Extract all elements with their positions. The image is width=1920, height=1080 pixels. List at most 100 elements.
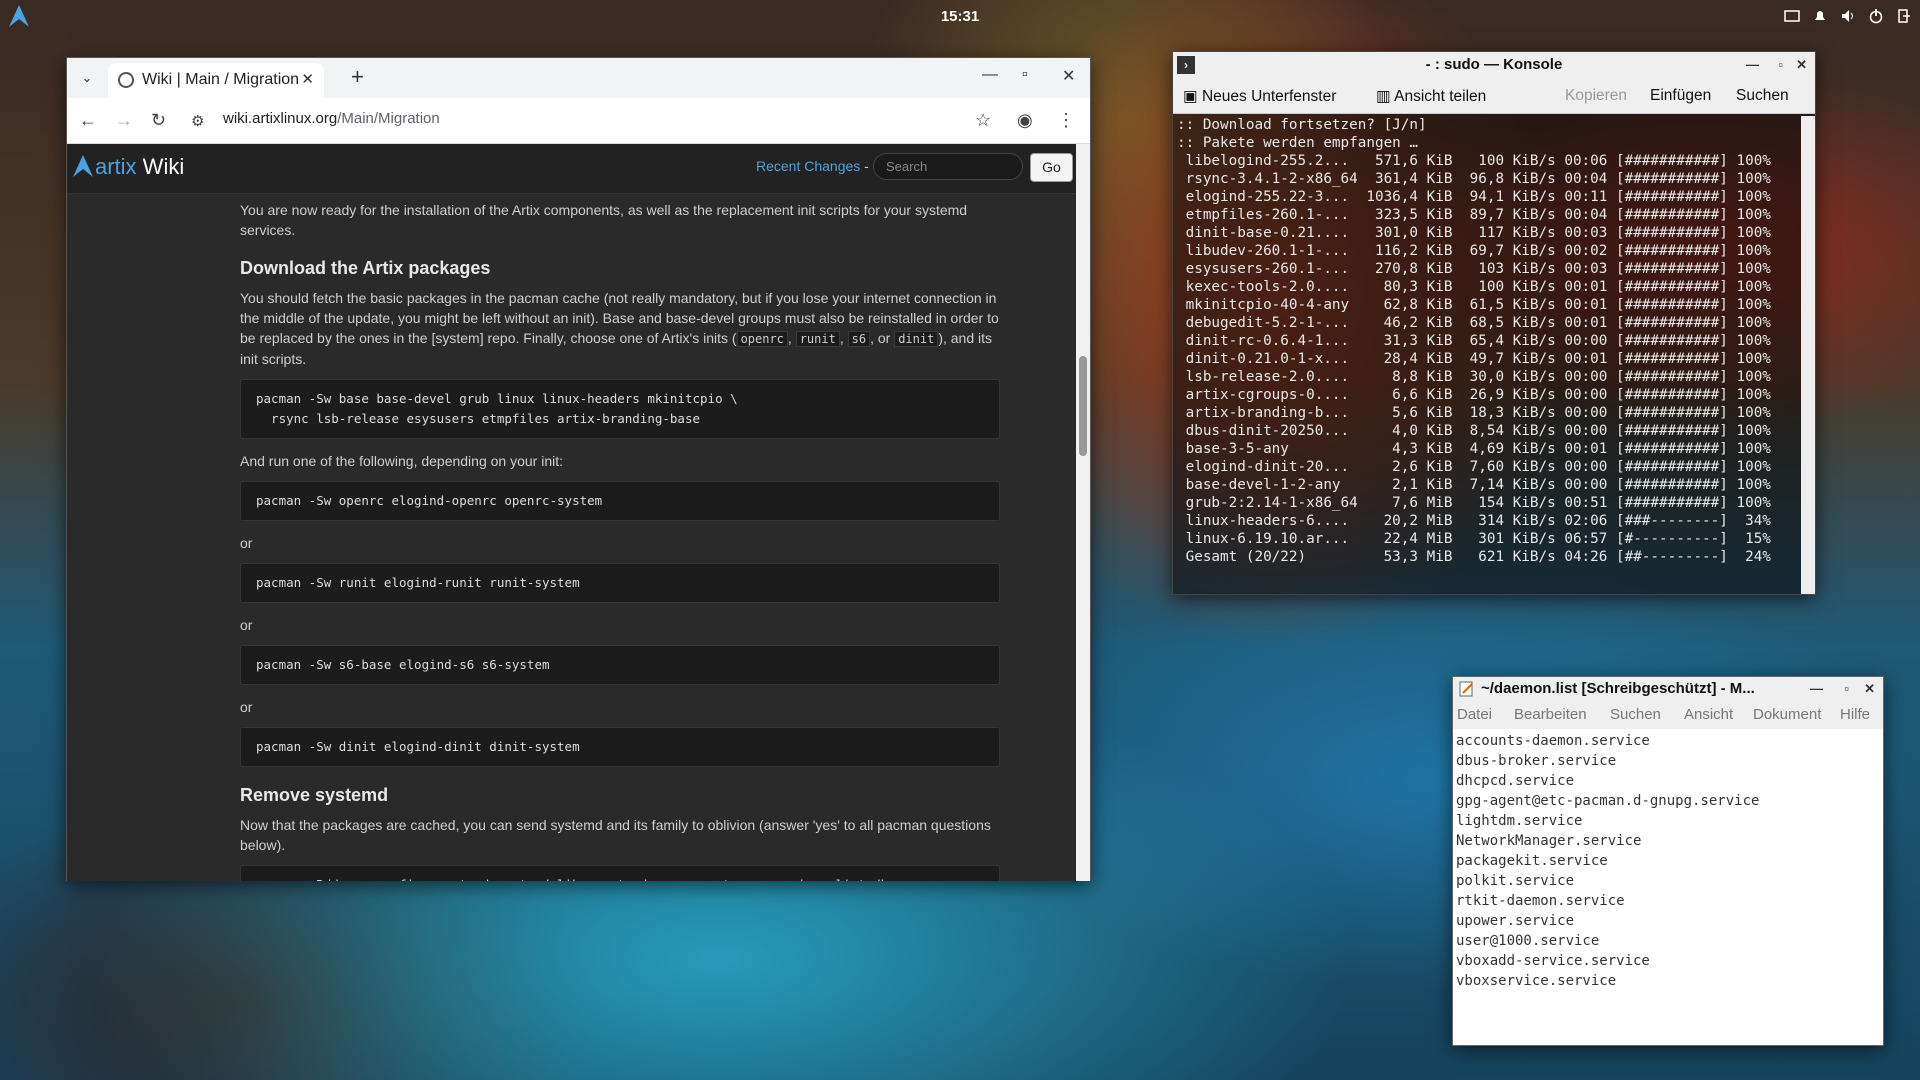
split-icon: ▣ [1183, 88, 1202, 105]
terminal-line: grub-2:2.14-1-x86_64 7,6 MiB 154 KiB/s 0… [1177, 495, 1771, 511]
clock[interactable]: 15:31 [0, 8, 1920, 25]
minimize-button[interactable]: — [1746, 52, 1759, 78]
text-editor-icon [1459, 681, 1473, 697]
code-block-dinit: pacman -Sw dinit elogind-dinit dinit-sys… [240, 727, 1000, 767]
terminal-line: esysusers-260.1-... 270,8 KiB 103 KiB/s … [1177, 261, 1771, 277]
tab-search-button[interactable]: ⌄ [75, 67, 99, 89]
editor-line: gpg-agent@etc-pacman.d-gnupg.service [1456, 793, 1760, 809]
konsole-titlebar[interactable]: › - : sudo — Konsole — ▫ ✕ [1173, 52, 1815, 78]
konsole-title: - : sudo — Konsole [1425, 56, 1563, 73]
scrollbar-thumb[interactable] [1079, 356, 1087, 456]
editor-title: ~/daemon.list [Schreibgeschützt] - M... [1481, 680, 1755, 697]
close-button[interactable]: ✕ [1864, 677, 1875, 701]
terminal-line: kexec-tools-2.0.... 80,3 KiB 100 KiB/s 0… [1177, 279, 1771, 295]
terminal-line: debugedit-5.2-1-... 46,2 KiB 68,5 KiB/s … [1177, 315, 1771, 331]
terminal-line: libudev-260.1-1-... 116,2 KiB 69,7 KiB/s… [1177, 243, 1771, 259]
tab-active[interactable]: Wiki | Main / Migration ✕ [108, 63, 324, 98]
close-tab-icon[interactable]: ✕ [301, 63, 314, 96]
code-block-base: pacman -Sw base base-devel grub linux li… [240, 379, 1000, 439]
editor-titlebar[interactable]: ~/daemon.list [Schreibgeschützt] - M... … [1453, 677, 1883, 701]
power-icon[interactable] [1868, 8, 1884, 24]
new-tab-button[interactable]: + [351, 64, 364, 90]
terminal-line: etmpfiles-260.1-... 323,5 KiB 89,7 KiB/s… [1177, 207, 1771, 223]
address-bar[interactable]: wiki.artixlinux.org/Main/Migration [223, 110, 440, 127]
logo-wiki-text: Wiki [136, 154, 185, 179]
menu-bearbeiten[interactable]: Bearbeiten [1514, 706, 1587, 723]
download-paragraph: You should fetch the basic packages in t… [240, 288, 1000, 369]
menu-suchen[interactable]: Suchen [1610, 706, 1661, 723]
menu-ansicht[interactable]: Ansicht [1684, 706, 1733, 723]
maximize-button[interactable]: ▫ [1778, 52, 1783, 78]
go-button[interactable]: Go [1030, 153, 1073, 182]
address-bar-row: ← → ↻ ⚙ wiki.artixlinux.org/Main/Migrati… [67, 98, 1090, 144]
find-button[interactable]: Suchen [1736, 87, 1789, 105]
minimize-button[interactable]: — [1810, 677, 1823, 701]
menu-kebab-icon[interactable]: ⋮ [1057, 110, 1075, 131]
maximize-button[interactable]: ▫ [1844, 677, 1849, 701]
recent-changes-link[interactable]: Recent Changes - [756, 158, 869, 174]
minimize-button[interactable]: — [982, 66, 998, 84]
wiki-header: artix Wiki Recent Changes - Search Go [67, 144, 1077, 194]
columns-icon: ▥ [1376, 88, 1395, 105]
terminal-line: lsb-release-2.0.... 8,8 KiB 30,0 KiB/s 0… [1177, 369, 1771, 385]
code-block-s6: pacman -Sw s6-base elogind-s6 s6-system [240, 645, 1000, 685]
editor-line: polkit.service [1456, 873, 1575, 889]
network-icon[interactable] [1784, 8, 1800, 24]
inline-code-runit: runit [795, 331, 840, 347]
menu-hilfe[interactable]: Hilfe [1840, 706, 1870, 723]
editor-window: ~/daemon.list [Schreibgeschützt] - M... … [1452, 676, 1884, 1046]
or-text: or [240, 617, 253, 633]
separator: , [787, 330, 796, 346]
terminal-icon: › [1177, 56, 1195, 74]
logout-icon[interactable] [1896, 8, 1912, 24]
menu-dokument[interactable]: Dokument [1753, 706, 1821, 723]
editor-line: lightdm.service [1456, 813, 1583, 829]
editor-line: user@1000.service [1456, 933, 1600, 949]
terminal-line: artix-cgroups-0.... 6,6 KiB 26,9 KiB/s 0… [1177, 387, 1771, 403]
editor-line: upower.service [1456, 913, 1575, 929]
wiki-search-input[interactable]: Search [873, 153, 1023, 180]
maximize-button[interactable]: ▫ [1022, 66, 1028, 84]
forward-icon[interactable]: → [115, 110, 133, 131]
code-block-openrc: pacman -Sw openrc elogind-openrc openrc-… [240, 481, 1000, 521]
terminal-line: dinit-base-0.21.... 301,0 KiB 117 KiB/s … [1177, 225, 1771, 241]
editor-line: NetworkManager.service [1456, 833, 1642, 849]
notification-bell-icon[interactable] [1812, 8, 1828, 24]
separator: , [839, 330, 848, 346]
terminal-line: dinit-rc-0.6.4-1... 31,3 KiB 65,4 KiB/s … [1177, 333, 1771, 349]
new-split-button[interactable]: ▣ Neues Unterfenster [1183, 87, 1336, 106]
separator: , or [870, 330, 895, 346]
paste-button[interactable]: Einfügen [1650, 87, 1711, 105]
new-split-label: Neues Unterfenster [1201, 88, 1337, 105]
konsole-window: › - : sudo — Konsole — ▫ ✕ ▣ Neues Unter… [1172, 51, 1816, 595]
close-button[interactable]: ✕ [1062, 66, 1075, 86]
copy-button[interactable]: Kopieren [1565, 87, 1627, 105]
reload-icon[interactable]: ↻ [151, 110, 166, 131]
terminal-line: base-3-5-any 4,3 KiB 4,69 KiB/s 00:01 [#… [1177, 441, 1771, 457]
terminal-line: :: Pakete werden empfangen … [1177, 135, 1419, 151]
close-button[interactable]: ✕ [1796, 52, 1807, 78]
url-path: /Main/Migration [337, 110, 440, 127]
terminal-line: elogind-255.22-3... 1036,4 KiB 94,1 KiB/… [1177, 189, 1771, 205]
terminal-line: linux-headers-6.... 20,2 MiB 314 KiB/s 0… [1177, 513, 1771, 529]
terminal-line: libelogind-255.2... 571,6 KiB 100 KiB/s … [1177, 153, 1771, 169]
back-icon[interactable]: ← [79, 110, 97, 131]
editor-text-area[interactable]: accounts-daemon.service dbus-broker.servi… [1453, 729, 1883, 993]
terminal-scrollbar[interactable] [1801, 116, 1815, 594]
tab-title: Wiki | Main / Migration [142, 71, 300, 88]
profile-icon[interactable]: ◉ [1017, 110, 1033, 131]
inline-code-s6: s6 [847, 331, 871, 347]
split-view-button[interactable]: ▥ Ansicht teilen [1376, 87, 1486, 106]
globe-icon [118, 72, 134, 88]
terminal-output[interactable]: :: Download fortsetzen? [J/n]:: Pakete w… [1177, 116, 1797, 566]
bookmark-star-icon[interactable]: ☆ [975, 110, 991, 131]
logo-artix-text: artix [95, 154, 137, 179]
remove-paragraph: Now that the packages are cached, you ca… [240, 817, 991, 853]
heading-remove-systemd: Remove systemd [240, 785, 389, 805]
site-info-icon[interactable]: ⚙ [191, 112, 204, 130]
terminal-line: dinit-0.21.0-1-x... 28,4 KiB 49,7 KiB/s … [1177, 351, 1771, 367]
wiki-logo[interactable]: artix Wiki [71, 154, 184, 180]
menu-datei[interactable]: Datei [1457, 706, 1492, 723]
volume-icon[interactable] [1840, 8, 1856, 24]
page-scrollbar[interactable] [1076, 144, 1090, 881]
